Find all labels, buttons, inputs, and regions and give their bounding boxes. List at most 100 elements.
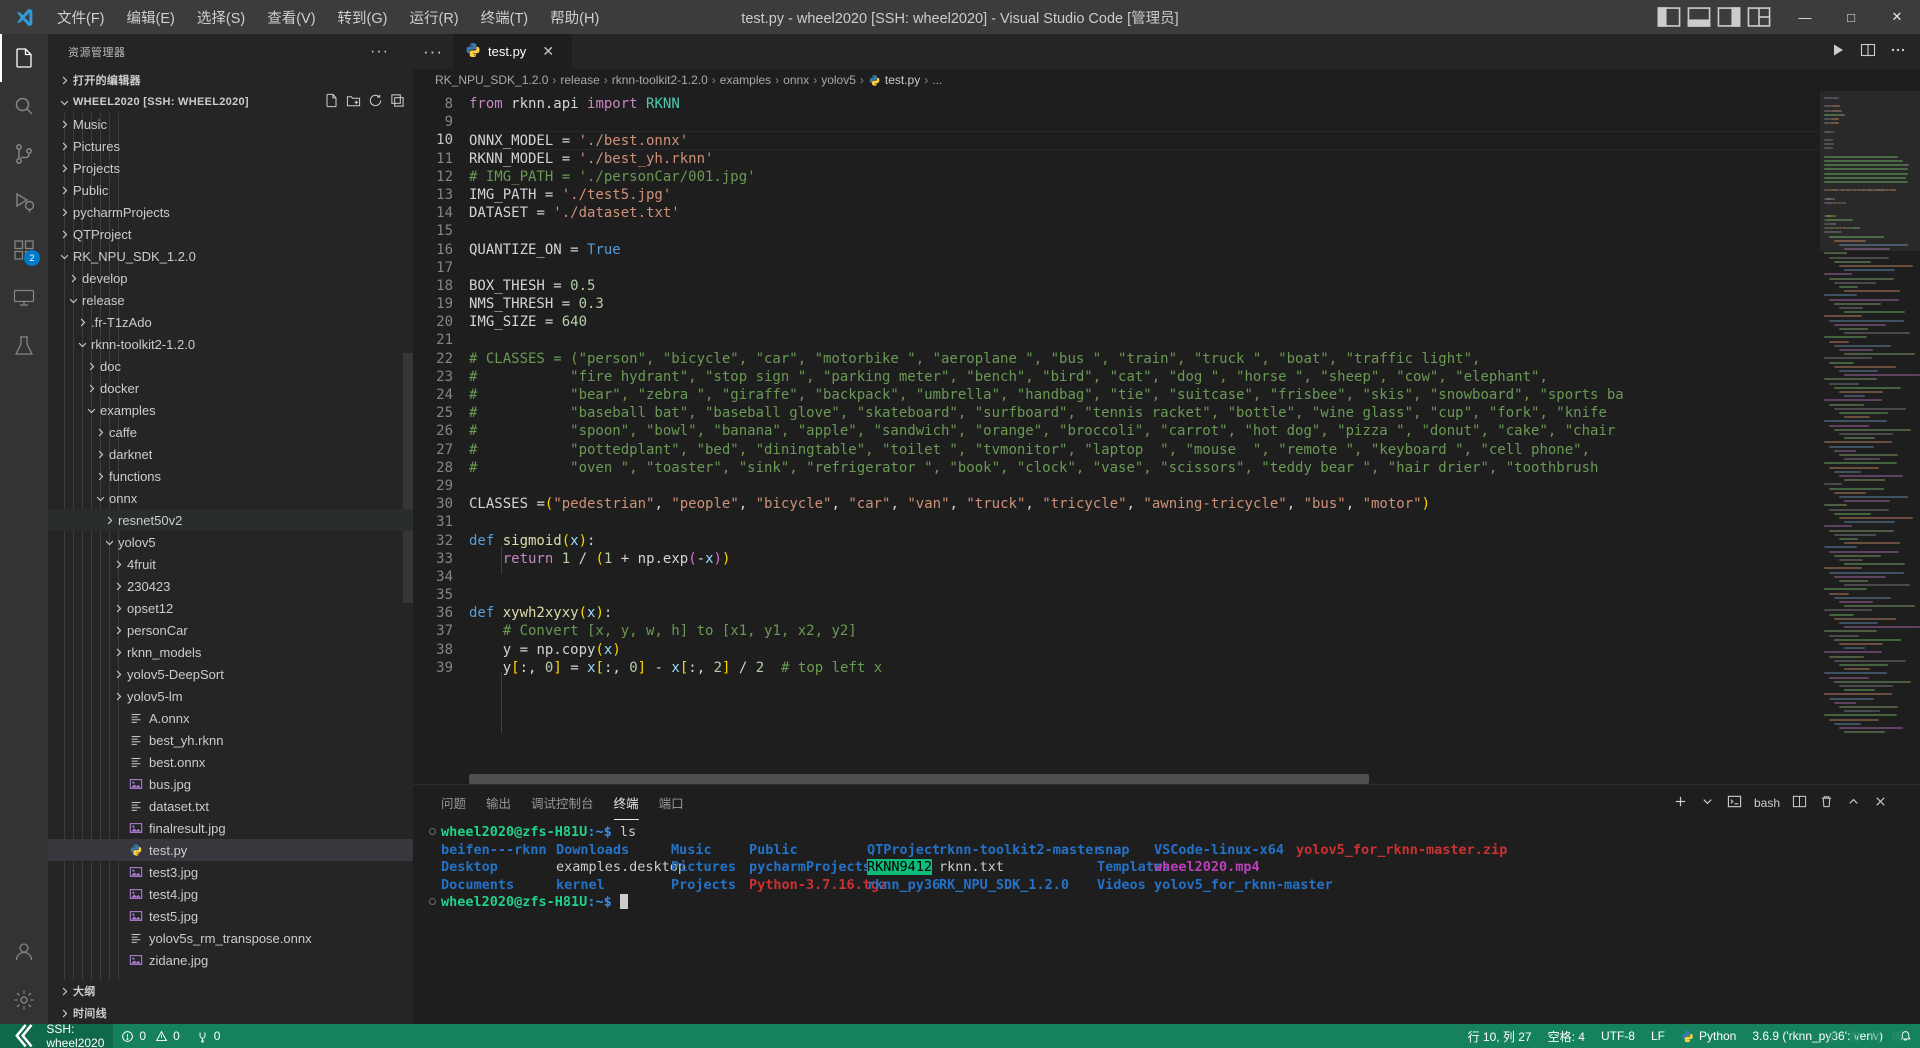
code-line[interactable]: return 1 / (1 + np.exp(-x)) bbox=[469, 550, 1820, 568]
activitybar-remote-explorer[interactable] bbox=[0, 274, 48, 322]
panel-tab-problems[interactable]: 问题 bbox=[431, 785, 476, 820]
panel-tab-debug-console[interactable]: 调试控制台 bbox=[521, 785, 604, 820]
new-terminal-icon[interactable] bbox=[1673, 794, 1688, 812]
tree-folder-darknet[interactable]: darknet bbox=[48, 443, 413, 465]
tree-file-finalresult-jpg[interactable]: finalresult.jpg bbox=[48, 817, 413, 839]
tree-folder-yolov5-deepsort[interactable]: yolov5-DeepSort bbox=[48, 663, 413, 685]
activitybar-run-debug[interactable] bbox=[0, 178, 48, 226]
panel-tab-terminal[interactable]: 终端 bbox=[604, 785, 649, 820]
breadcrumb-item[interactable]: RK_NPU_SDK_1.2.0 bbox=[435, 73, 548, 87]
tree-folder-rknn-toolkit2-1-2-0[interactable]: rknn-toolkit2-1.2.0 bbox=[48, 333, 413, 355]
tree-folder-yolov5[interactable]: yolov5 bbox=[48, 531, 413, 553]
menu-run[interactable]: 运行(R) bbox=[398, 0, 469, 34]
tree-folder-public[interactable]: Public bbox=[48, 179, 413, 201]
close-tab-icon[interactable]: ✕ bbox=[539, 43, 557, 60]
code-line[interactable]: IMG_PATH = './test5.jpg' bbox=[469, 186, 1820, 204]
code-line[interactable]: # "pottedplant", "bed", "diningtable", "… bbox=[469, 441, 1820, 459]
code-line[interactable]: DATASET = './dataset.txt' bbox=[469, 204, 1820, 222]
code-line[interactable] bbox=[469, 222, 1820, 240]
window-maximize-button[interactable]: □ bbox=[1828, 0, 1874, 34]
tree-file-test3-jpg[interactable]: test3.jpg bbox=[48, 861, 413, 883]
code-editor[interactable]: 8 9 10 11 12 13 14 15 16 17 18 19 20 21 22 23 24 25 26 27 28… bbox=[413, 91, 1920, 784]
code-line[interactable]: # "spoon", "bowl", "banana", "apple", "s… bbox=[469, 422, 1820, 440]
activitybar-testing[interactable] bbox=[0, 322, 48, 370]
window-minimize-button[interactable]: — bbox=[1782, 0, 1828, 34]
code-line[interactable] bbox=[469, 586, 1820, 604]
code-line[interactable]: from rknn.api import RKNN bbox=[469, 95, 1820, 113]
panel-tab-output[interactable]: 输出 bbox=[476, 785, 521, 820]
customize-layout-icon[interactable] bbox=[1746, 5, 1772, 29]
breadcrumb-item[interactable]: release bbox=[560, 73, 599, 87]
code-line[interactable]: NMS_THRESH = 0.3 bbox=[469, 295, 1820, 313]
code-line[interactable]: # "bear", "zebra ", "giraffe", "backpack… bbox=[469, 386, 1820, 404]
tree-folder-230423[interactable]: 230423 bbox=[48, 575, 413, 597]
tree-file-test4-jpg[interactable]: test4.jpg bbox=[48, 883, 413, 905]
code-line[interactable] bbox=[469, 513, 1820, 531]
activitybar-source-control[interactable] bbox=[0, 130, 48, 178]
code-line[interactable] bbox=[469, 331, 1820, 349]
code-line[interactable] bbox=[469, 259, 1820, 277]
toggle-secondary-sidebar-icon[interactable] bbox=[1716, 5, 1742, 29]
panel-tab-ports[interactable]: 端口 bbox=[649, 785, 694, 820]
sidebar-more-actions-icon[interactable]: ··· bbox=[370, 43, 393, 61]
terminal-profile-chevron-icon[interactable] bbox=[1700, 794, 1715, 812]
tree-folder-develop[interactable]: develop bbox=[48, 267, 413, 289]
tree-folder-resnet50v2[interactable]: resnet50v2 bbox=[48, 509, 413, 531]
tree-file-best-yh-rknn[interactable]: best_yh.rknn bbox=[48, 729, 413, 751]
editor-more-actions-icon[interactable] bbox=[1890, 42, 1906, 61]
workspace-root-row[interactable]: WHEEL2020 [SSH: WHEEL2020] bbox=[48, 91, 413, 113]
code-line[interactable]: # "baseball bat", "baseball glove", "ska… bbox=[469, 404, 1820, 422]
status-remote-indicator[interactable]: SSH: wheel2020 bbox=[0, 1022, 114, 1048]
status-cursor-position[interactable]: 行 10, 列 27 bbox=[1460, 1024, 1540, 1048]
status-eol[interactable]: LF bbox=[1643, 1024, 1673, 1048]
status-language-mode[interactable]: Python bbox=[1673, 1024, 1744, 1048]
tree-folder-pictures[interactable]: Pictures bbox=[48, 135, 413, 157]
code-line[interactable]: BOX_THESH = 0.5 bbox=[469, 277, 1820, 295]
code-line[interactable]: # Convert [x, y, w, h] to [x1, y1, x2, y… bbox=[469, 622, 1820, 640]
code-line[interactable]: QUANTIZE_ON = True bbox=[469, 241, 1820, 259]
menu-go[interactable]: 转到(G) bbox=[327, 0, 399, 34]
refresh-explorer-icon[interactable] bbox=[368, 93, 383, 111]
status-ports[interactable]: 0 bbox=[188, 1024, 229, 1048]
code-line[interactable] bbox=[469, 113, 1820, 131]
tree-file-best-onnx[interactable]: best.onnx bbox=[48, 751, 413, 773]
breadcrumb[interactable]: RK_NPU_SDK_1.2.0 › release › rknn-toolkit2-1… bbox=[413, 69, 1920, 91]
status-notifications-bell-icon[interactable] bbox=[1891, 1024, 1920, 1048]
file-tree[interactable]: Music Pictures Projects Public pycharmProjec… bbox=[48, 113, 413, 980]
code-line[interactable]: CLASSES =("pedestrian", "people", "bicyc… bbox=[469, 495, 1820, 513]
code-line[interactable]: # IMG_PATH = './personCar/001.jpg' bbox=[469, 168, 1820, 186]
breadcrumb-item[interactable]: test.py bbox=[868, 73, 920, 87]
code-line[interactable]: def xywh2xyxy(x): bbox=[469, 604, 1820, 622]
status-indentation[interactable]: 空格: 4 bbox=[1540, 1024, 1593, 1048]
tree-file-test-py[interactable]: test.py bbox=[48, 839, 413, 861]
code-line[interactable]: y[:, 0] = x[:, 0] - x[:, 2] / 2 # top le… bbox=[469, 659, 1820, 677]
breadcrumb-item[interactable]: examples bbox=[720, 73, 771, 87]
open-editors-section[interactable]: 打开的编辑器 bbox=[48, 69, 413, 91]
toggle-primary-sidebar-icon[interactable] bbox=[1656, 5, 1682, 29]
editor-horizontal-scrollbar[interactable] bbox=[469, 774, 1369, 784]
tree-folder-music[interactable]: Music bbox=[48, 113, 413, 135]
tabs-overflow-icon[interactable]: ··· bbox=[413, 34, 453, 69]
menu-edit[interactable]: 编辑(E) bbox=[116, 0, 186, 34]
run-python-file-icon[interactable] bbox=[1830, 42, 1846, 61]
code-content[interactable]: from rknn.api import RKNN ONNX_MODEL = '… bbox=[469, 91, 1820, 784]
tree-folder-onnx[interactable]: onnx bbox=[48, 487, 413, 509]
status-problems[interactable]: 0 0 bbox=[113, 1024, 187, 1048]
terminal-active-prompt[interactable]: wheel2020@zfs-H81U:~$ bbox=[429, 894, 1920, 912]
toggle-panel-icon[interactable] bbox=[1686, 5, 1712, 29]
menu-view[interactable]: 查看(V) bbox=[256, 0, 326, 34]
code-line[interactable]: y = np.copy(x) bbox=[469, 641, 1820, 659]
status-encoding[interactable]: UTF-8 bbox=[1593, 1024, 1643, 1048]
tree-folder-projects[interactable]: Projects bbox=[48, 157, 413, 179]
activitybar-accounts[interactable] bbox=[0, 928, 48, 976]
breadcrumb-item[interactable]: rknn-toolkit2-1.2.0 bbox=[612, 73, 708, 87]
tree-folder-personcar[interactable]: personCar bbox=[48, 619, 413, 641]
code-line[interactable]: RKNN_MODEL = './best_yh.rknn' bbox=[469, 150, 1820, 168]
activitybar-search[interactable] bbox=[0, 82, 48, 130]
menu-help[interactable]: 帮助(H) bbox=[539, 0, 610, 34]
tree-folder-caffe[interactable]: caffe bbox=[48, 421, 413, 443]
code-line[interactable]: ONNX_MODEL = './best.onnx' bbox=[469, 131, 1820, 150]
tree-folder-docker[interactable]: docker bbox=[48, 377, 413, 399]
menu-bar[interactable]: 文件(F) 编辑(E) 选择(S) 查看(V) 转到(G) 运行(R) 终端(T… bbox=[46, 0, 610, 34]
outline-section[interactable]: 大纲 bbox=[48, 980, 413, 1002]
